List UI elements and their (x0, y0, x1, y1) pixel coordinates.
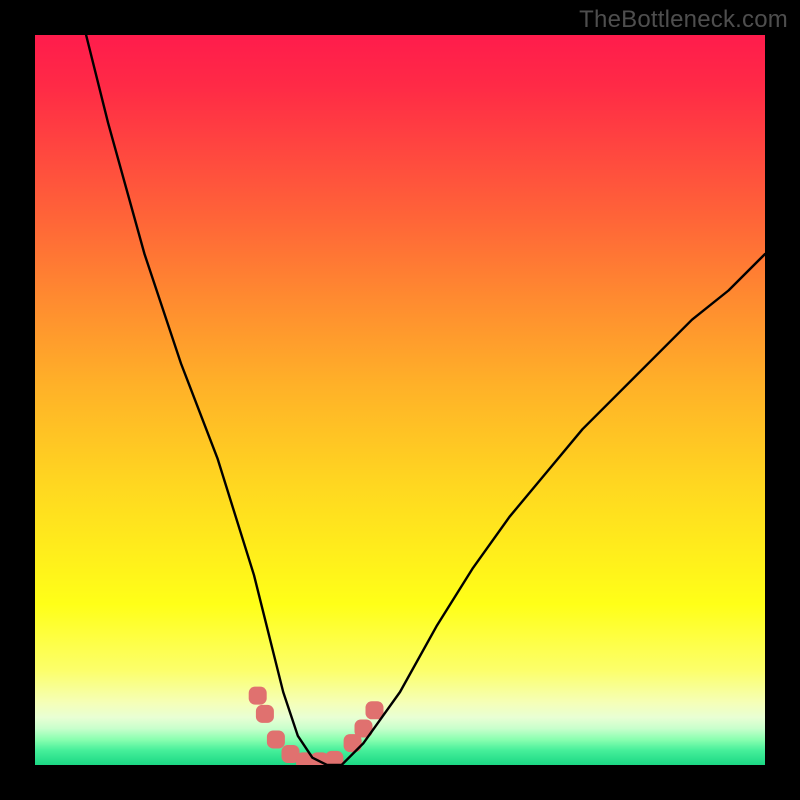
bottleneck-curve (86, 35, 765, 765)
valley-marker (311, 752, 329, 765)
valley-marker (249, 687, 267, 705)
watermark-text: TheBottleneck.com (579, 6, 788, 34)
valley-marker (267, 731, 285, 749)
markers-group (249, 687, 384, 765)
plot-area (35, 35, 765, 765)
valley-marker (366, 701, 384, 719)
valley-marker (282, 745, 300, 763)
valley-marker (256, 705, 274, 723)
valley-marker (296, 752, 314, 765)
chart-svg (35, 35, 765, 765)
chart-frame: TheBottleneck.com (0, 0, 800, 800)
valley-marker (325, 751, 343, 765)
valley-marker (344, 734, 362, 752)
valley-marker (355, 720, 373, 738)
